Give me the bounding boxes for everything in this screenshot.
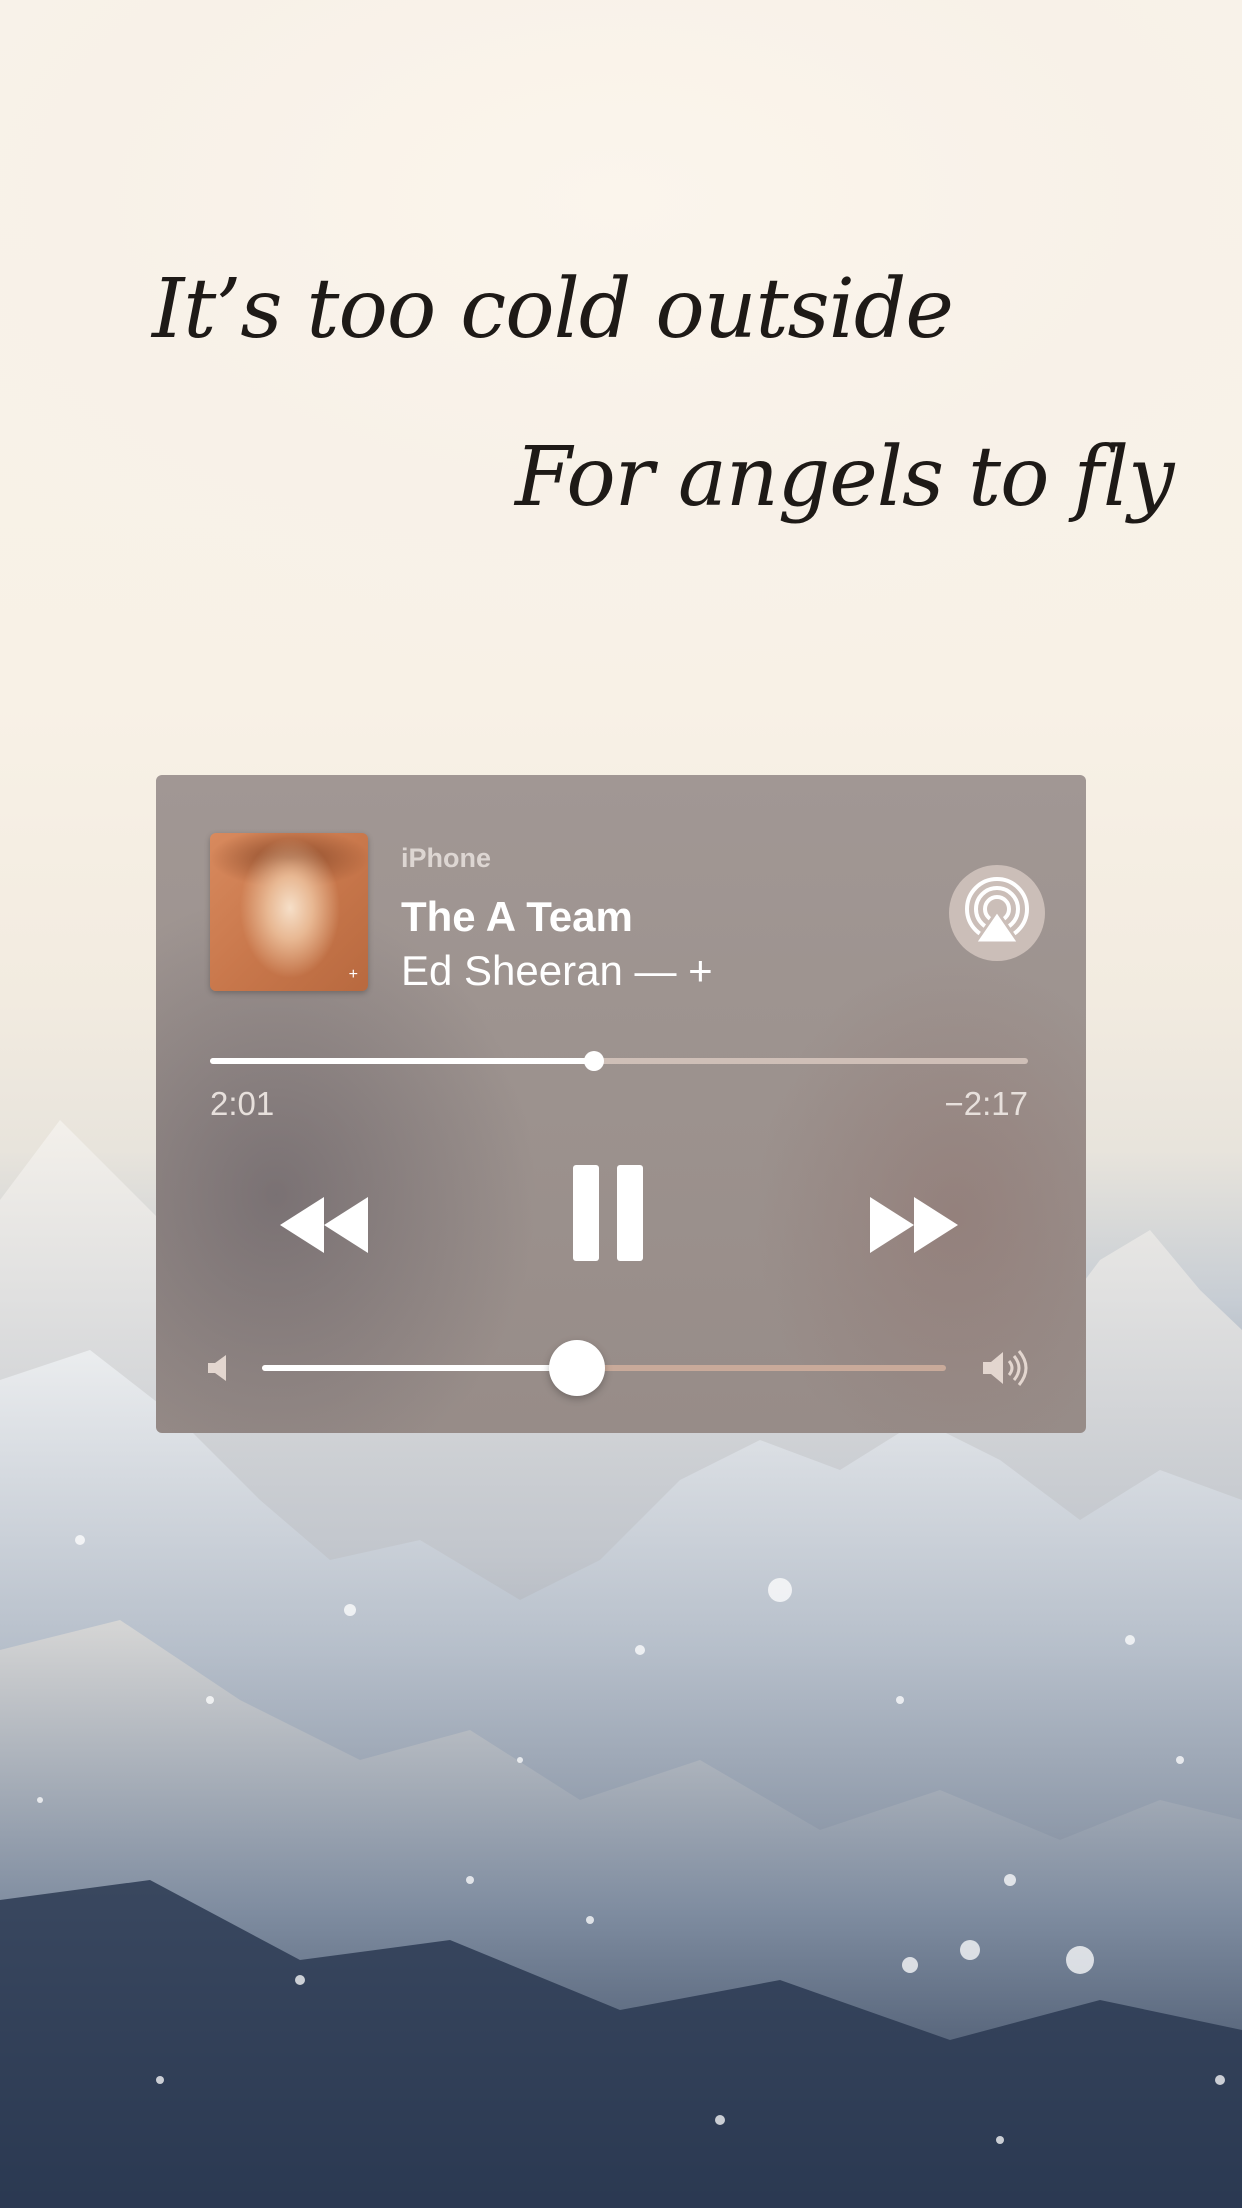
airplay-icon bbox=[965, 877, 1029, 945]
fast-forward-button[interactable] bbox=[862, 1175, 962, 1265]
fast-forward-icon bbox=[870, 1197, 958, 1253]
volume-fill bbox=[262, 1365, 577, 1371]
pause-icon bbox=[573, 1165, 643, 1261]
artist-album-label: Ed Sheeran — + bbox=[401, 947, 713, 994]
volume-low-icon bbox=[208, 1355, 226, 1381]
rewind-icon bbox=[280, 1197, 368, 1253]
rewind-button[interactable] bbox=[276, 1175, 376, 1265]
progress-scrubber[interactable] bbox=[210, 1051, 1028, 1071]
volume-knob[interactable] bbox=[548, 1340, 605, 1396]
elapsed-time: 2:01 bbox=[210, 1085, 275, 1122]
output-device-label: iPhone bbox=[401, 843, 492, 873]
lyric-line-2: For angels to fly bbox=[515, 430, 1174, 525]
album-badge: + bbox=[348, 966, 358, 983]
airplay-button[interactable] bbox=[949, 865, 1045, 961]
pause-button[interactable] bbox=[569, 1163, 649, 1263]
remaining-time: −2:17 bbox=[944, 1085, 1029, 1122]
now-playing-widget: + iPhone The A Team Ed Sheeran — + 2:01 … bbox=[156, 775, 1086, 1433]
album-art[interactable]: + bbox=[210, 833, 368, 991]
song-title: The A Team bbox=[401, 893, 633, 940]
progress-knob[interactable] bbox=[584, 1051, 605, 1071]
volume-slider[interactable] bbox=[262, 1340, 946, 1396]
progress-fill bbox=[210, 1058, 595, 1064]
volume-high-icon bbox=[983, 1350, 1028, 1386]
lyric-line-1: It’s too cold outside bbox=[152, 262, 954, 357]
